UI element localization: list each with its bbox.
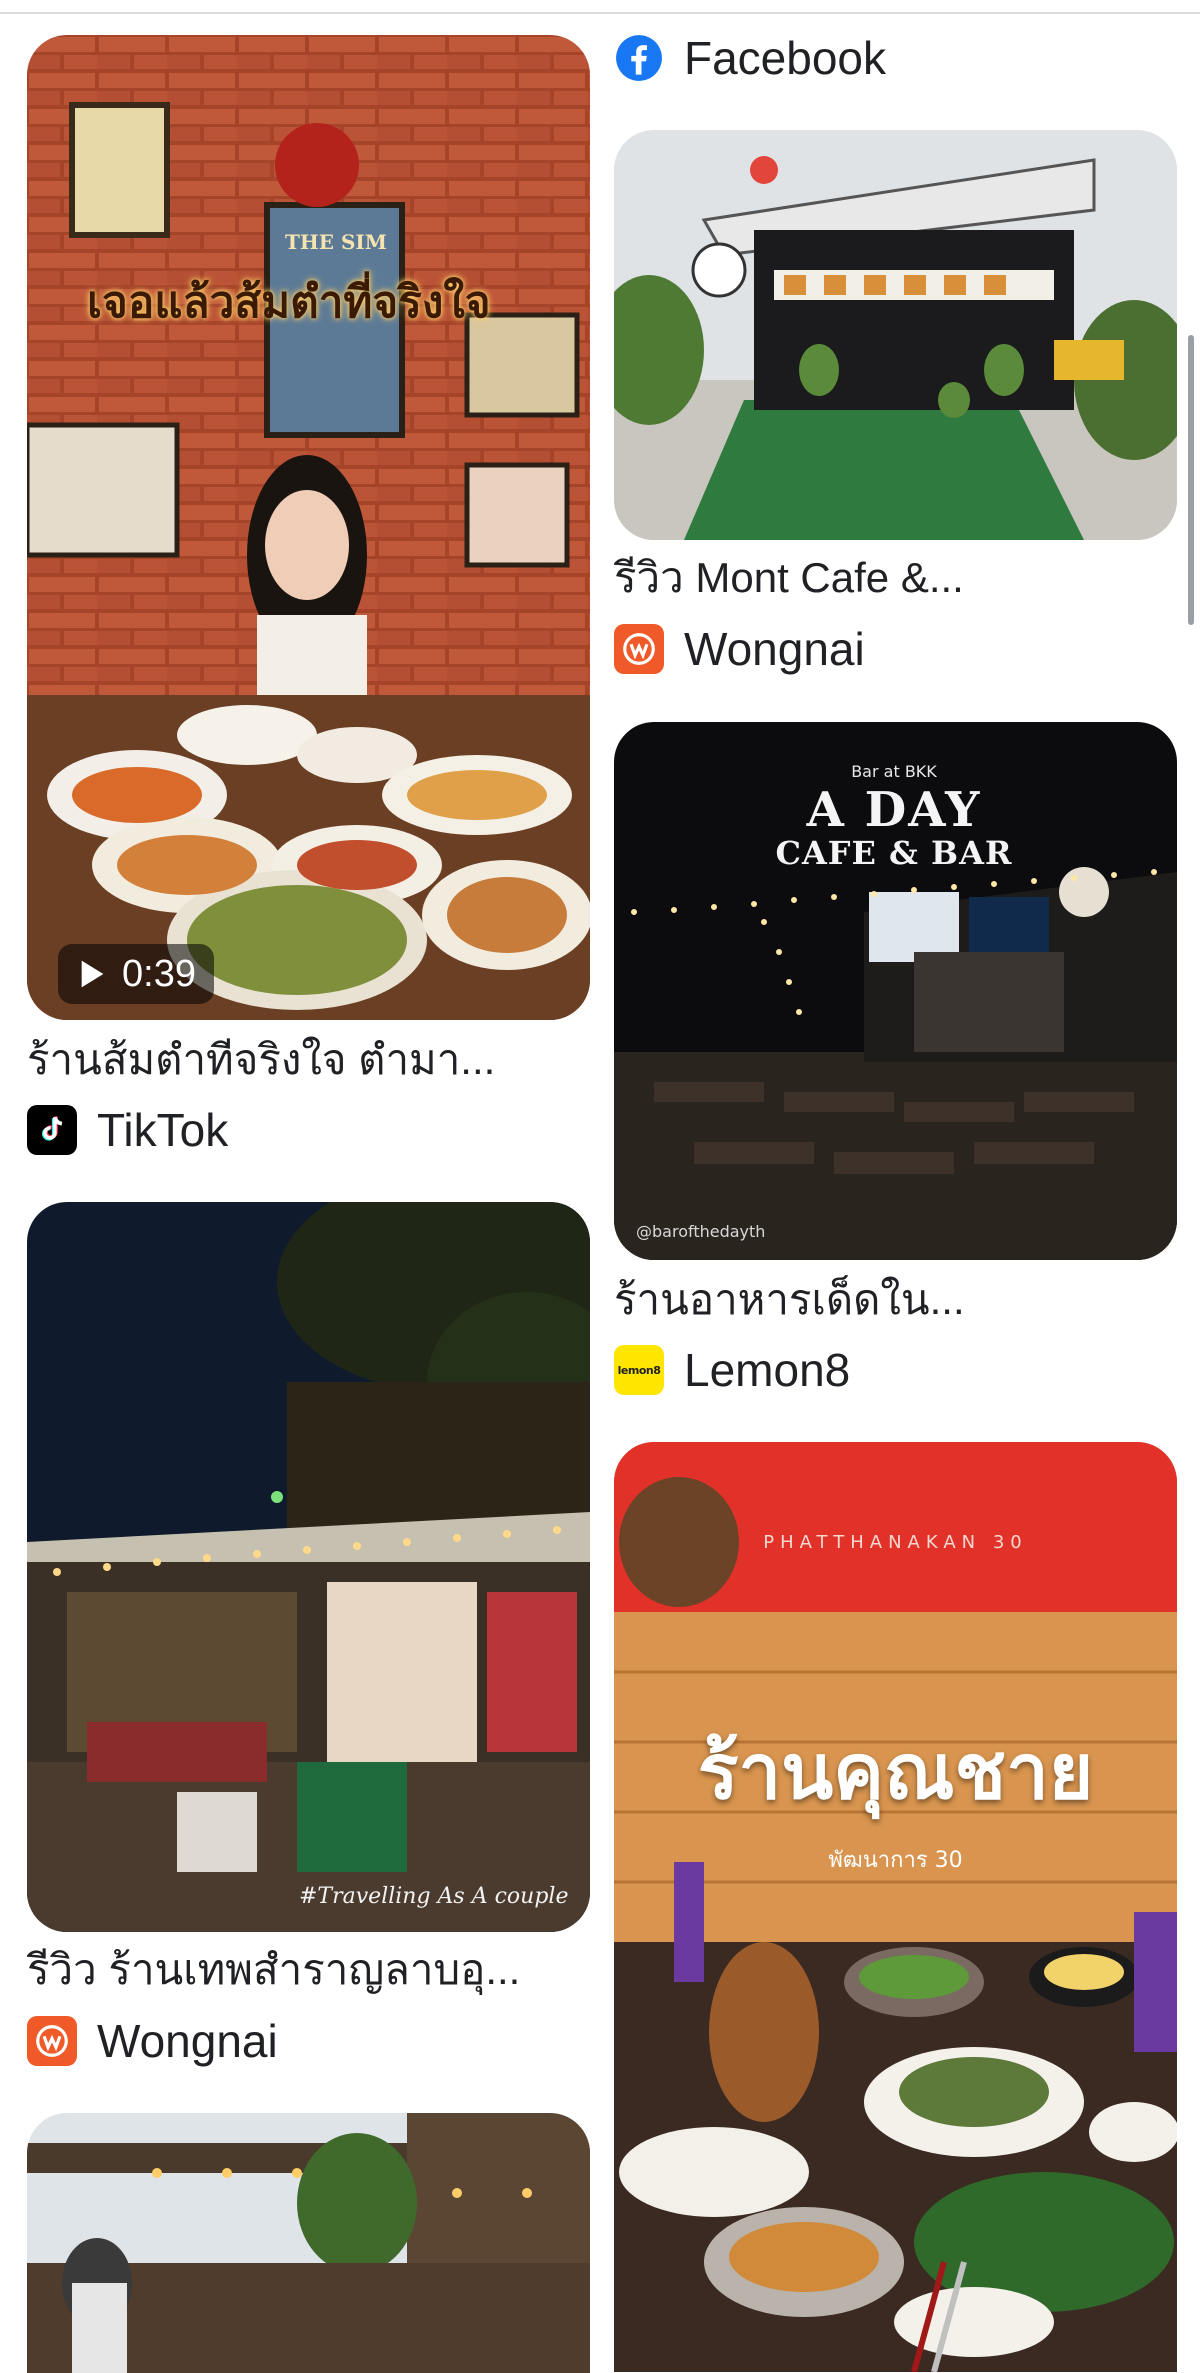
result-thumbnail[interactable] bbox=[27, 2113, 590, 2373]
source-name: Lemon8 bbox=[684, 1344, 851, 1396]
result-title[interactable]: รีวิว Mont Cafe &... bbox=[614, 553, 1177, 603]
thumbnail-watermark: #Travelling As A couple bbox=[299, 1884, 569, 1909]
result-source[interactable]: lemon8 Lemon8 bbox=[614, 1342, 850, 1398]
source-name: Wongnai bbox=[684, 623, 865, 675]
restaurant-photo bbox=[27, 1202, 590, 1932]
video-duration: 0:39 bbox=[122, 952, 196, 995]
source-name: TikTok bbox=[97, 1104, 229, 1156]
result-thumbnail[interactable]: #Travelling As A couple bbox=[27, 1202, 590, 1932]
wongnai-icon bbox=[614, 624, 664, 674]
result-thumbnail[interactable] bbox=[614, 130, 1177, 540]
thumbnail-overlay-title: ร้านคุณชาย bbox=[697, 1727, 1094, 1816]
cafe-building-photo bbox=[614, 130, 1177, 540]
wongnai-icon bbox=[27, 2016, 77, 2066]
top-divider bbox=[0, 12, 1200, 14]
result-thumbnail[interactable]: Bar at BKK A DAY CAFE & BAR @baroftheday… bbox=[614, 722, 1177, 1260]
thumbnail-overlay-small: Bar at BKK bbox=[851, 762, 937, 781]
outdoor-dining-photo bbox=[27, 2113, 590, 2373]
result-source[interactable]: TikTok bbox=[27, 1102, 228, 1158]
result-title[interactable]: ร้านอาหารเด็ดใน... bbox=[614, 1275, 1177, 1325]
food-photo bbox=[27, 35, 590, 1020]
result-title[interactable]: รีวิว ร้านเทพสำราญลาบอุ... bbox=[27, 1945, 590, 1995]
thumbnail-overlay-title: A DAY bbox=[806, 782, 982, 838]
video-duration-badge: 0:39 bbox=[58, 944, 214, 1004]
result-source[interactable]: Wongnai bbox=[614, 621, 865, 677]
result-source[interactable]: Facebook bbox=[614, 30, 886, 86]
result-source[interactable]: Wongnai bbox=[27, 2013, 278, 2069]
result-thumbnail[interactable]: เจอแล้วส้มตำที่จริงใจ THE SIM 0:39 bbox=[27, 35, 590, 1020]
source-name: Wongnai bbox=[97, 2015, 278, 2067]
thumbnail-overlay-subtitle: CAFE & BAR bbox=[775, 834, 1013, 872]
thumbnail-overlay-text: เจอแล้วส้มตำที่จริงใจ bbox=[87, 277, 491, 328]
play-icon bbox=[81, 960, 104, 988]
scrollbar[interactable] bbox=[1188, 335, 1194, 625]
thumbnail-overlay-top: PHATTHANAKAN 30 bbox=[763, 1532, 1028, 1553]
source-name: Facebook bbox=[684, 32, 887, 84]
result-thumbnail[interactable]: PHATTHANAKAN 30 ร้านคุณชาย พัฒนาการ 30 bbox=[614, 1442, 1177, 2372]
tiktok-icon bbox=[27, 1105, 77, 1155]
lemon8-icon: lemon8 bbox=[614, 1345, 664, 1395]
thai-food-photo bbox=[614, 1442, 1177, 2372]
result-title[interactable]: ร้านส้มตำทีจริงใจ ตำมา... bbox=[27, 1035, 590, 1085]
facebook-icon bbox=[614, 33, 664, 83]
thumbnail-sign-text: THE SIM bbox=[285, 230, 387, 254]
thumbnail-overlay-subtitle: พัฒนาการ 30 bbox=[828, 1848, 963, 1873]
thumbnail-watermark: @barofthedayth bbox=[636, 1222, 766, 1241]
